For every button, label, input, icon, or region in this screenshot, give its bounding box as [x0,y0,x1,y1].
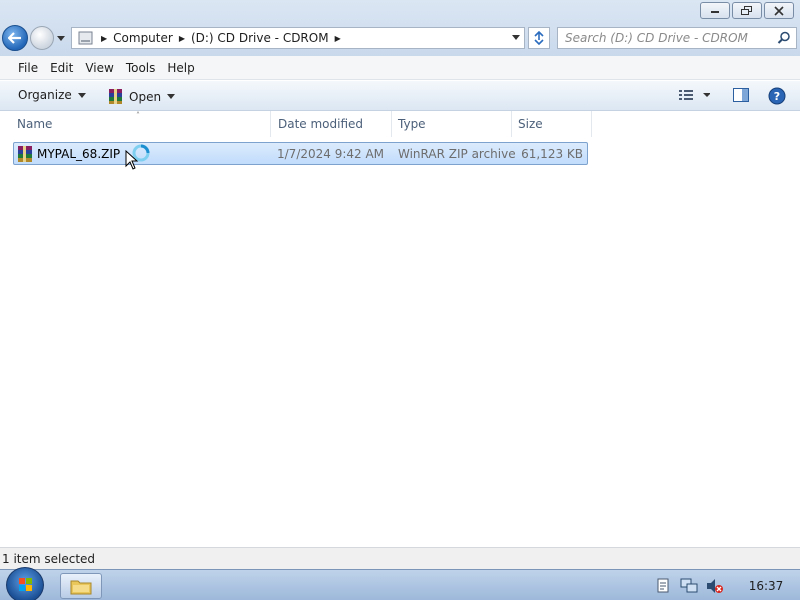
column-size[interactable]: Size [512,111,592,137]
search-box[interactable] [557,27,797,49]
close-icon [774,5,784,16]
menu-tools[interactable]: Tools [120,61,162,75]
chevron-down-icon [57,35,65,41]
file-name-cell: MYPAL_68.ZIP [16,143,120,164]
minimize-icon [711,10,719,13]
column-header: Name ˄ Date modified Type Size [0,111,800,137]
open-label: Open [129,89,162,104]
column-size-label: Size [518,117,543,131]
recent-pages-button[interactable] [56,33,66,43]
chevron-down-icon [167,94,176,99]
menu-file[interactable]: File [12,61,44,75]
refresh-button[interactable] [528,27,550,49]
column-date-modified[interactable]: Date modified [272,111,392,137]
drive-icon [78,31,93,45]
search-input[interactable] [558,31,768,45]
menu-view[interactable]: View [79,61,119,75]
column-date-label: Date modified [278,117,364,131]
help-icon: ? [768,87,786,105]
close-button[interactable] [764,2,794,19]
address-bar[interactable]: ▶ Computer ▶ (D:) CD Drive - CDROM ▶ [71,27,525,49]
file-type: WinRAR ZIP archive [398,146,516,161]
taskbar: 16:37 [0,567,800,600]
network-button[interactable] [680,577,698,595]
chevron-down-icon[interactable] [512,35,520,40]
file-list: Name ˄ Date modified Type Size MYPAL_68.… [0,111,800,547]
column-name-label: Name [17,117,53,131]
menu-help[interactable]: Help [161,61,200,75]
organize-button[interactable]: Organize [18,88,86,102]
network-icon [680,578,698,592]
column-type-label: Type [398,117,426,131]
svg-text:?: ? [774,90,780,103]
column-type[interactable]: Type [392,111,512,137]
volume-muted-icon [707,578,723,593]
clock[interactable]: 16:37 [732,579,800,593]
file-name: MYPAL_68.ZIP [37,146,121,161]
taskbar-explorer-button[interactable] [60,573,102,599]
window-chrome: ▶ Computer ▶ (D:) CD Drive - CDROM ▶ [0,0,800,56]
chevron-down-icon [77,92,86,98]
table-row[interactable]: MYPAL_68.ZIP 1/7/2024 9:42 AM WinRAR ZIP… [13,142,588,165]
change-view-button[interactable] [678,87,711,106]
windows-logo-icon [19,578,32,591]
back-button[interactable] [2,25,28,51]
refresh-icon [534,31,544,45]
open-button[interactable]: Open [107,88,176,105]
breadcrumb: ▶ Computer ▶ (D:) CD Drive - CDROM ▶ [95,31,347,45]
window-buttons [700,2,794,19]
winrar-icon [109,89,122,104]
minimize-button[interactable] [700,2,730,19]
flag-icon [657,578,669,592]
mouse-pointer-icon [125,150,139,170]
preview-pane-button[interactable] [733,87,749,106]
status-text: 1 item selected [2,551,96,566]
status-bar: 1 item selected [0,547,800,569]
navigation-row: ▶ Computer ▶ (D:) CD Drive - CDROM ▶ [0,24,800,52]
breadcrumb-separator-icon: ▶ [178,33,185,43]
sort-ascending-icon: ˄ [136,111,140,120]
system-tray: 16:37 [654,570,800,600]
breadcrumb-separator-icon: ▶ [101,33,108,43]
menu-edit[interactable]: Edit [44,61,79,75]
organize-label: Organize [18,88,72,102]
folder-icon [70,580,92,595]
restore-icon [741,5,752,15]
breadcrumb-separator-icon: ▶ [334,33,341,43]
column-name[interactable]: Name [11,111,271,137]
forward-button[interactable] [30,26,54,50]
search-icon[interactable] [777,31,791,45]
view-options-icon [679,90,711,100]
preview-pane-icon [733,88,749,102]
breadcrumb-computer[interactable]: Computer [113,31,173,45]
menu-bar: File Edit View Tools Help [0,56,800,80]
action-center-button[interactable] [654,577,672,595]
file-size: 61,123 KB [521,146,583,161]
restore-button[interactable] [732,2,762,19]
file-date-modified: 1/7/2024 9:42 AM [277,146,385,161]
command-bar: Organize Open ? [0,81,800,111]
volume-button[interactable] [706,577,724,595]
winrar-archive-icon [18,145,32,162]
start-button[interactable] [6,567,44,600]
back-arrow-icon [8,32,21,44]
breadcrumb-cd-drive[interactable]: (D:) CD Drive - CDROM [191,31,329,45]
help-button[interactable]: ? [768,87,786,108]
